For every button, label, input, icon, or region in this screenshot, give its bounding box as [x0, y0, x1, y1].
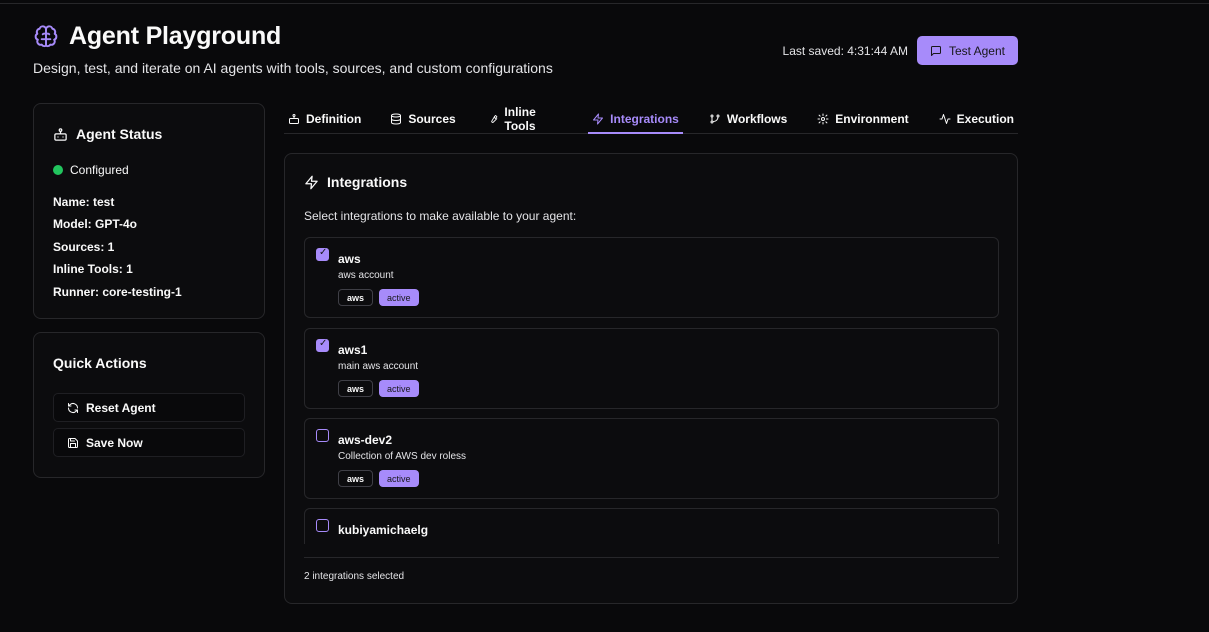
- agent-info: Name: test Model: GPT-4o Sources: 1 Inli…: [53, 191, 245, 303]
- tab-label: Environment: [835, 111, 909, 126]
- tab-label: Definition: [306, 111, 362, 126]
- agent-status-title: Agent Status: [76, 126, 163, 142]
- bolt-icon: [305, 175, 318, 189]
- tab-inline-tools[interactable]: Inline Tools: [484, 104, 567, 133]
- tab-label: Inline Tools: [504, 104, 536, 133]
- agent-model: Model: GPT-4o: [53, 217, 137, 232]
- integration-item[interactable]: aws-dev2 Collection of AWS dev roless aw…: [304, 418, 999, 499]
- integrations-list[interactable]: aws aws account aws active aws1 main aws…: [304, 237, 999, 544]
- tab-workflows[interactable]: Workflows: [705, 104, 791, 133]
- page-title: Agent Playground: [69, 22, 282, 50]
- save-icon: [68, 437, 78, 448]
- integration-checkbox[interactable]: [316, 338, 329, 352]
- tab-execution[interactable]: Execution: [935, 104, 1018, 133]
- integration-status-badge: active: [379, 470, 419, 487]
- tab-bar: Definition Sources Inline Tools Integrat…: [284, 104, 1018, 134]
- page-header: Agent Playground Design, test, and itera…: [33, 22, 1018, 82]
- footer-divider: [304, 557, 999, 558]
- refresh-icon: [68, 402, 78, 413]
- agent-inline-tools: Inline Tools: 1: [53, 262, 133, 277]
- activity-icon: [939, 113, 951, 124]
- integration-description: main aws account: [338, 361, 419, 372]
- test-agent-button[interactable]: Test Agent: [916, 36, 1018, 65]
- tab-sources[interactable]: Sources: [386, 104, 459, 133]
- gear-icon: [817, 113, 829, 124]
- integration-checkbox[interactable]: [316, 429, 329, 442]
- integration-item[interactable]: kubiyamichaelg: [304, 508, 999, 544]
- integration-item[interactable]: aws1 main aws account aws active: [304, 328, 999, 409]
- tab-label: Sources: [408, 111, 456, 126]
- agent-sources: Sources: 1: [53, 239, 115, 254]
- top-divider: [0, 3, 1209, 4]
- integration-status-badge: active: [379, 380, 419, 397]
- save-now-button[interactable]: Save Now: [53, 428, 245, 457]
- integration-type-badge: aws: [338, 289, 374, 306]
- bot-icon: [289, 113, 299, 124]
- status-label: Configured: [70, 163, 129, 177]
- status-indicator: Configured: [53, 163, 245, 177]
- tab-definition[interactable]: Definition: [284, 104, 365, 133]
- tab-integrations[interactable]: Integrations: [588, 104, 683, 134]
- integration-checkbox[interactable]: [316, 519, 329, 532]
- integration-description: aws account: [338, 270, 394, 281]
- integration-checkbox[interactable]: [316, 247, 329, 261]
- test-agent-label: Test Agent: [948, 43, 1005, 58]
- bot-icon: [54, 127, 67, 141]
- agent-status-card: Agent Status Configured Name: test Model…: [33, 103, 265, 319]
- integrations-title: Integrations: [327, 174, 408, 190]
- status-dot: [53, 165, 63, 175]
- last-saved-text: Last saved: 4:31:44 AM: [782, 43, 908, 58]
- message-square-icon: [930, 45, 941, 56]
- quick-actions-card: Quick Actions Reset Agent Save Now: [33, 332, 265, 478]
- tab-label: Workflows: [726, 111, 788, 126]
- integrations-panel: Integrations Select integrations to make…: [284, 153, 1018, 604]
- integrations-selected-count: 2 integrations selected: [304, 571, 405, 582]
- integration-name: aws1: [338, 343, 368, 357]
- integration-name: aws: [338, 252, 361, 266]
- wrench-icon: [490, 114, 498, 123]
- save-now-label: Save Now: [86, 435, 143, 450]
- integration-name: aws-dev2: [338, 433, 393, 447]
- git-branch-icon: [710, 114, 720, 123]
- integration-name: kubiyamichaelg: [338, 523, 429, 537]
- integrations-description: Select integrations to make available to…: [304, 209, 577, 223]
- quick-actions-title: Quick Actions: [53, 355, 147, 371]
- agent-name: Name: test: [53, 195, 115, 209]
- reset-agent-button[interactable]: Reset Agent: [53, 393, 245, 422]
- integration-status-badge: active: [379, 289, 419, 306]
- reset-agent-label: Reset Agent: [86, 400, 156, 415]
- tab-label: Integrations: [610, 111, 679, 126]
- integration-description: Collection of AWS dev roless: [338, 451, 467, 462]
- bolt-icon: [593, 113, 604, 124]
- tab-label: Execution: [956, 111, 1014, 126]
- integration-type-badge: aws: [338, 380, 374, 397]
- brain-icon: [34, 24, 58, 47]
- database-icon: [391, 113, 402, 124]
- agent-runner: Runner: core-testing-1: [53, 284, 182, 299]
- integration-item[interactable]: aws aws account aws active: [304, 237, 999, 318]
- tab-environment[interactable]: Environment: [813, 104, 912, 133]
- integration-type-badge: aws: [338, 470, 374, 487]
